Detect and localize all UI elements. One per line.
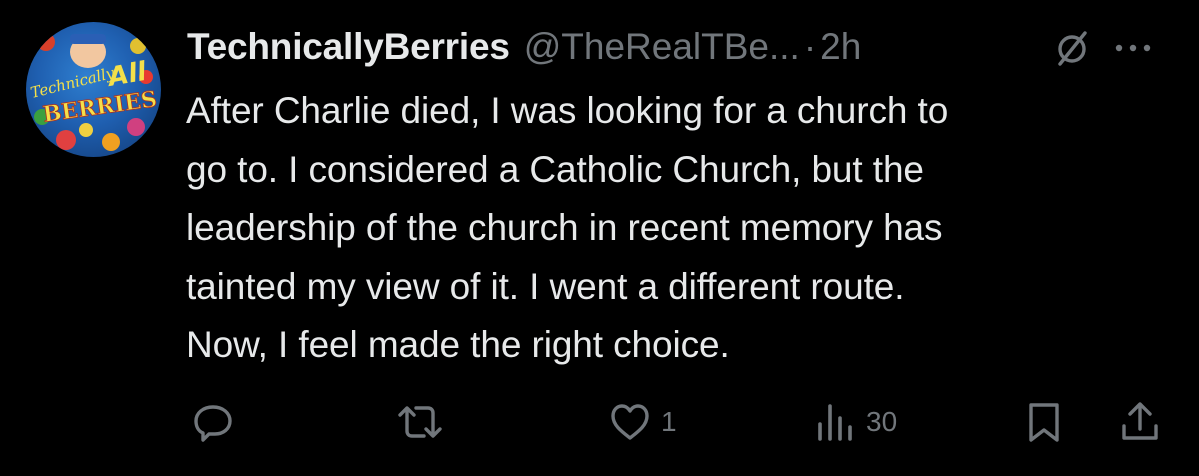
like-button[interactable]: 1 [607,392,677,452]
heart-icon [611,404,649,440]
retweet-button[interactable] [394,392,446,452]
tweet-text-line: leadership of the church in recent memor… [186,207,943,248]
share-icon [1122,402,1158,440]
bookmark-icon [1029,403,1059,442]
user-handle[interactable]: @TheRealTBe... [524,26,800,68]
tweet-text-line: After Charlie died, I was looking for a … [186,90,949,131]
tweet-text: After Charlie died, I was looking for a … [186,82,1161,375]
tweet-header: TechnicallyBerries @TheRealTBe... · 2h [187,22,1177,72]
more-options-icon[interactable] [1111,28,1155,68]
avatar[interactable]: Technically All BERRIES [26,22,161,157]
views-button[interactable]: 30 [812,392,897,452]
grok-icon[interactable] [1052,28,1092,68]
views-icon [818,404,852,441]
timestamp[interactable]: 2h [820,26,861,68]
tweet-text-line: go to. I considered a Catholic Church, b… [186,148,924,190]
reply-button[interactable] [190,392,236,452]
retweet-icon [398,406,442,438]
display-name[interactable]: TechnicallyBerries [187,26,510,68]
separator-dot: · [803,26,817,67]
action-bar: 1 30 [0,392,1199,452]
avatar-logo-image: Technically All BERRIES [29,33,159,151]
bookmark-button[interactable] [1021,392,1067,452]
like-count: 1 [661,406,677,437]
reply-icon [194,405,232,442]
share-button[interactable] [1117,392,1163,452]
tweet-text-line: tainted my view of it. I went a differen… [186,265,905,307]
tweet[interactable]: Technically All BERRIES TechnicallyBerri… [0,0,1199,476]
tweet-text-line: Now, I feel made the right choice. [186,324,730,365]
views-count: 30 [866,406,898,437]
